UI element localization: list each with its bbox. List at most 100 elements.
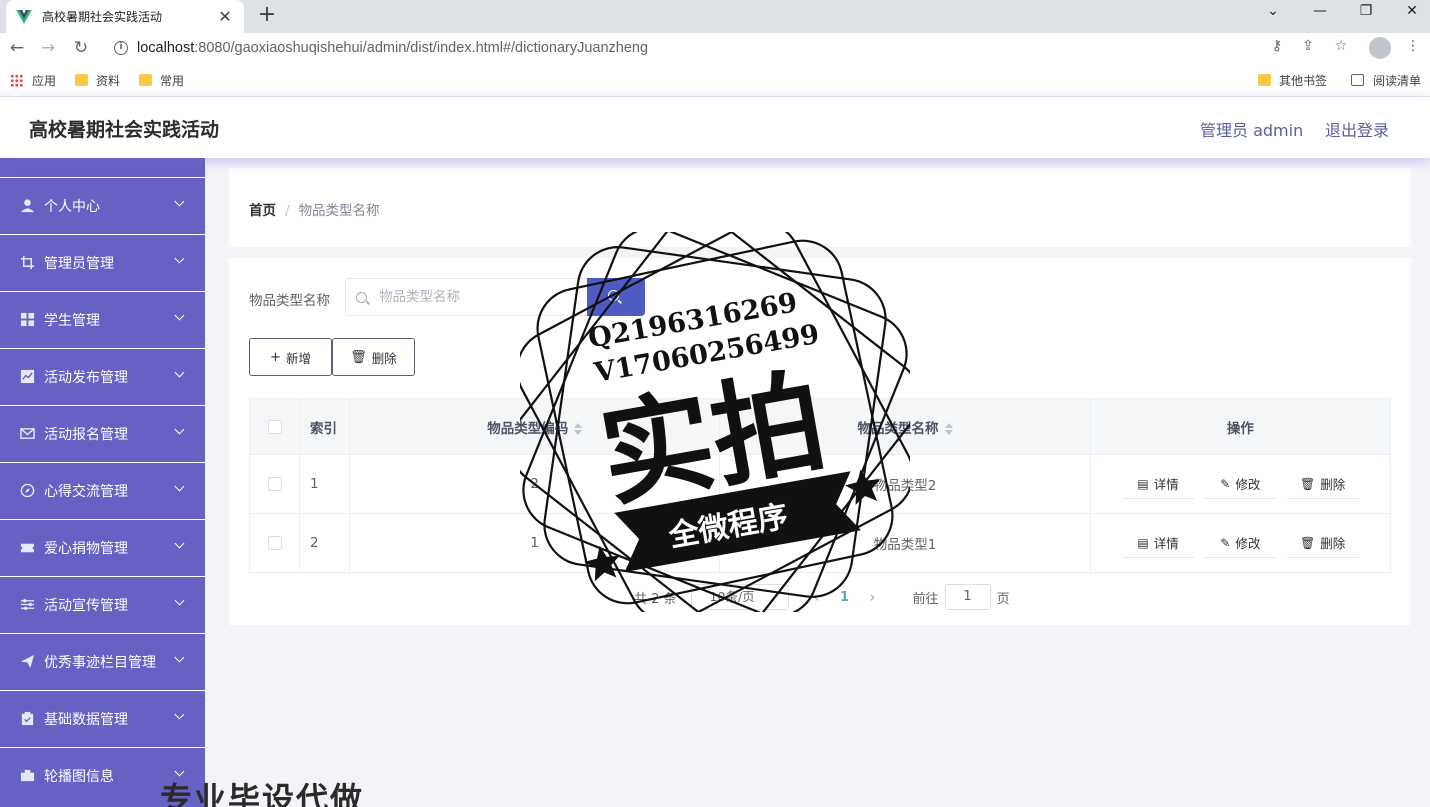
cell-actions: ▤ 详情 ✎ 修改 🗑 删除: [1089, 513, 1392, 573]
folder-icon: [75, 74, 88, 86]
sidebar: 个人中心 管理员管理 学生管理 活动发布管理 活动报名管理 心得交流管理 爱心捐…: [0, 158, 205, 807]
new-tab-button[interactable]: +: [254, 3, 280, 29]
reading-list[interactable]: 阅读清单: [1351, 72, 1421, 88]
sidebar-item-students[interactable]: 学生管理: [0, 291, 205, 347]
grid-icon: [20, 312, 35, 327]
cell-name: 物品类型1: [719, 513, 1091, 573]
trash-icon: 🗑: [350, 349, 367, 365]
sidebar-item-activity-signup[interactable]: 活动报名管理: [0, 405, 205, 461]
cell-code: 2: [349, 454, 721, 514]
back-icon[interactable]: ←: [5, 36, 29, 60]
select-all-checkbox[interactable]: [267, 419, 282, 434]
other-bookmarks[interactable]: 其他书签: [1258, 72, 1327, 88]
share-icon[interactable]: ⇪: [1298, 38, 1318, 54]
folder-icon: [139, 74, 152, 86]
key-icon[interactable]: ⚷: [1267, 38, 1287, 54]
cell-index: 2: [299, 513, 351, 573]
goto-page-input[interactable]: 1: [944, 584, 991, 610]
chart-icon: [20, 369, 35, 384]
data-table: 索引 物品类型编码 物品类型名称 操作 1 2 物品类型2 ▤ 详情 ✎ 修改 🗑 删…: [248, 398, 1392, 573]
search-button[interactable]: [587, 278, 645, 316]
detail-label: 详情: [1153, 536, 1179, 551]
url-field[interactable]: i localhost:8080/gaoxiaoshuqishehui/admi…: [104, 35, 1366, 61]
tab-search-icon[interactable]: ⌄: [1250, 0, 1296, 24]
add-button[interactable]: + 新增: [249, 338, 332, 376]
search-icon: [356, 291, 367, 303]
col-name[interactable]: 物品类型名称: [719, 398, 1091, 455]
document-icon: ▤: [1137, 476, 1149, 491]
logout-link[interactable]: 退出登录: [1325, 117, 1389, 141]
search-input[interactable]: [379, 289, 569, 305]
batch-delete-button[interactable]: 🗑 删除: [332, 338, 415, 376]
sidebar-item-label: 管理员管理: [44, 255, 114, 272]
col-code-label: 物品类型编码: [487, 420, 569, 437]
row-checkbox[interactable]: [267, 536, 282, 550]
sidebar-item-donation[interactable]: 爱心捐物管理: [0, 519, 205, 575]
col-code[interactable]: 物品类型编码: [349, 398, 721, 455]
bookmark-label: 资料: [96, 73, 121, 88]
edit-label: 修改: [1235, 477, 1261, 492]
edit-button[interactable]: ✎ 修改: [1204, 469, 1277, 499]
bookmark-star-icon[interactable]: ☆: [1331, 38, 1351, 54]
browser-tab[interactable]: 高校暑期社会实践活动 ✕: [6, 0, 244, 33]
maximize-icon[interactable]: ❐: [1343, 0, 1389, 24]
close-window-icon[interactable]: ✕: [1389, 0, 1430, 24]
bookmark-folder-changyong[interactable]: 常用: [139, 72, 184, 88]
detail-button[interactable]: ▤ 详情: [1122, 528, 1195, 558]
sidebar-item-base-data[interactable]: 基础数据管理: [0, 690, 205, 746]
sidebar-item-admins[interactable]: 管理员管理: [0, 234, 205, 290]
delete-button[interactable]: 🗑 删除: [1286, 528, 1359, 558]
sidebar-item-activity-publish[interactable]: 活动发布管理: [0, 348, 205, 404]
menu-kebab-icon[interactable]: ⋮: [1403, 38, 1423, 54]
table-row: 2 1 物品类型1 ▤ 详情 ✎ 修改 🗑 删除: [248, 513, 1392, 573]
site-info-icon[interactable]: i: [114, 41, 128, 55]
search-field[interactable]: [345, 278, 589, 316]
select-all-cell: [248, 398, 301, 455]
delete-label: 删除: [1320, 536, 1346, 551]
sidebar-item-profile[interactable]: 个人中心: [0, 177, 205, 233]
bookmark-label: 其他书签: [1279, 73, 1328, 88]
forward-icon[interactable]: →: [36, 36, 60, 60]
chevron-down-icon: [174, 652, 185, 663]
search-icon: [608, 290, 619, 301]
goto-label: 前往: [912, 591, 939, 607]
sort-icon[interactable]: [944, 422, 953, 435]
page-size-select[interactable]: 10条/页: [690, 584, 789, 610]
col-actions: 操作: [1089, 398, 1392, 455]
delete-button[interactable]: 🗑 删除: [1286, 469, 1359, 499]
sidebar-item-label: 学生管理: [44, 312, 100, 329]
close-tab-icon[interactable]: ✕: [216, 7, 234, 26]
app-title: 高校暑期社会实践活动: [29, 119, 220, 141]
trash-icon: 🗑: [1300, 476, 1316, 491]
breadcrumb-card: 首页 / 物品类型名称: [229, 168, 1411, 247]
sidebar-item-experience[interactable]: 心得交流管理: [0, 462, 205, 518]
sidebar-item-promotion[interactable]: 活动宣传管理: [0, 576, 205, 632]
address-bar: ← → ↻ i localhost:8080/gaoxiaoshuqishehu…: [0, 33, 1430, 63]
url-path: :8080/gaoxiaoshuqishehui/admin/dist/inde…: [194, 40, 649, 56]
bookmark-folder-ziliao[interactable]: 资料: [75, 72, 120, 88]
bookmark-apps[interactable]: 应用: [10, 72, 56, 88]
sidebar-item-label: 优秀事迹栏目管理: [44, 654, 156, 671]
profile-avatar[interactable]: [1369, 37, 1391, 59]
breadcrumb-home[interactable]: 首页: [249, 203, 276, 219]
user-icon: [20, 199, 35, 213]
page-number-current[interactable]: 1: [833, 590, 857, 605]
sidebar-item-excellent-deeds[interactable]: 优秀事迹栏目管理: [0, 633, 205, 689]
table-header-row: 索引 物品类型编码 物品类型名称 操作: [248, 398, 1392, 455]
bookmark-label: 阅读清单: [1373, 73, 1422, 88]
sort-icon[interactable]: [574, 422, 583, 435]
chevron-down-icon: [174, 424, 185, 435]
browser-tab-strip: 高校暑期社会实践活动 ✕ + ⌄ — ❐ ✕: [0, 0, 1430, 33]
prev-page-icon[interactable]: ‹: [805, 588, 829, 606]
reload-icon[interactable]: ↻: [69, 36, 93, 60]
detail-button[interactable]: ▤ 详情: [1122, 469, 1195, 499]
breadcrumb-separator: /: [285, 203, 290, 219]
row-checkbox[interactable]: [267, 477, 282, 491]
minimize-icon[interactable]: —: [1297, 0, 1343, 24]
col-name-label: 物品类型名称: [857, 420, 939, 437]
send-icon: [20, 654, 35, 669]
cell-actions: ▤ 详情 ✎ 修改 🗑 删除: [1089, 454, 1392, 514]
sidebar-item-label: 基础数据管理: [44, 711, 128, 728]
edit-button[interactable]: ✎ 修改: [1204, 528, 1277, 558]
next-page-icon[interactable]: ›: [861, 588, 885, 606]
